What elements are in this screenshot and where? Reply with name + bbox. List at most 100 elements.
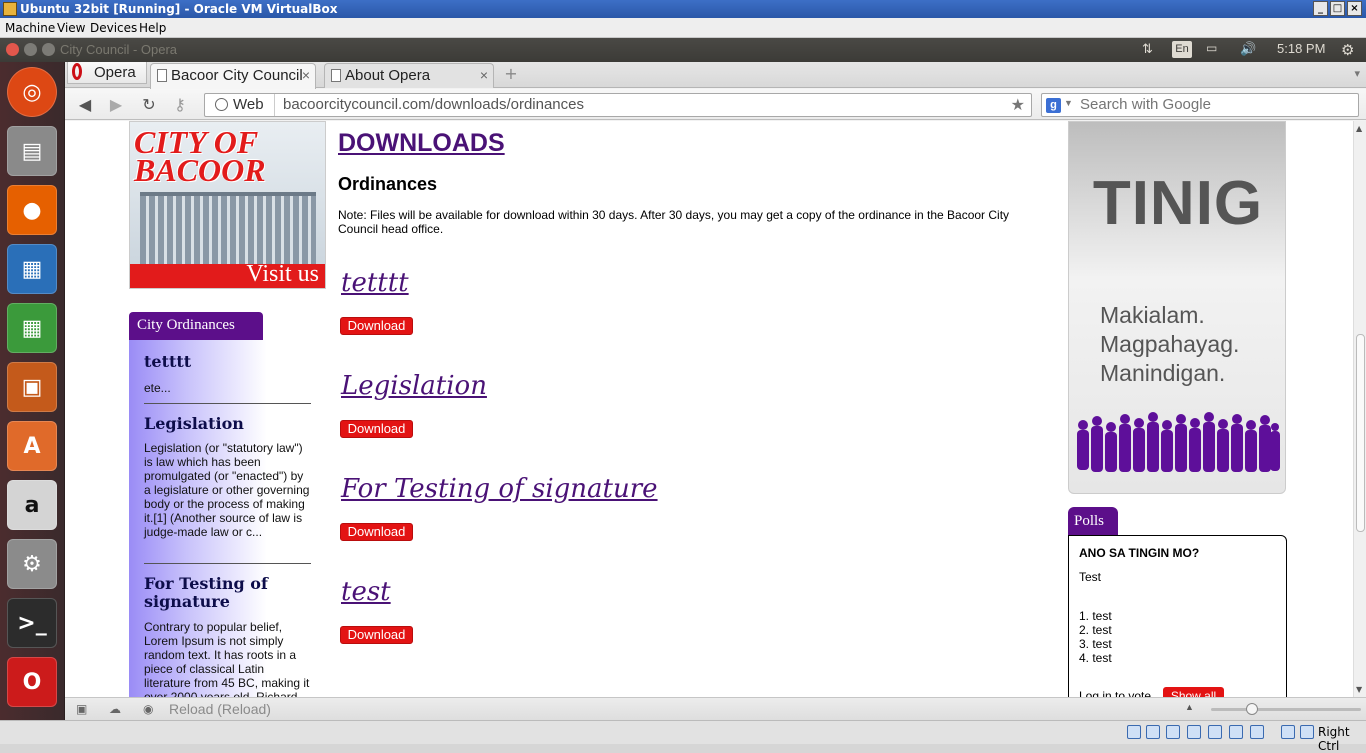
video-capture-icon[interactable] (1250, 725, 1264, 739)
active-window-title: City Council - Opera (60, 42, 178, 57)
menu-devices[interactable]: Devices (90, 21, 137, 35)
ordinance-link-test[interactable]: test (341, 577, 391, 607)
opera-icon[interactable]: O (7, 657, 57, 707)
network-adapter-icon[interactable] (1208, 725, 1222, 739)
tab-about-opera[interactable]: About Opera × (324, 63, 494, 88)
maximize-window-icon[interactable] (42, 43, 55, 56)
key-icon[interactable]: ⚷ (169, 95, 191, 115)
close-window-icon[interactable] (6, 43, 19, 56)
tab-menu-chevron-icon[interactable]: ▾ (1354, 67, 1360, 80)
sidebar-item-legislation[interactable]: Legislation Legislation (or "statutory l… (144, 415, 311, 540)
web-badge-label: Web (233, 96, 264, 113)
show-all-button[interactable]: Show all (1163, 687, 1224, 697)
poll-option[interactable]: 2. test (1079, 623, 1112, 637)
site-info-badge[interactable]: Web (205, 94, 275, 116)
terminal-icon[interactable]: >_ (7, 598, 57, 648)
mouse-integration-icon[interactable] (1300, 725, 1314, 739)
keyboard-layout-indicator[interactable]: En (1172, 41, 1192, 58)
vertical-scrollbar[interactable]: ▲ ▼ (1353, 121, 1366, 697)
optical-drive-icon[interactable] (1146, 725, 1160, 739)
network-icon[interactable]: ⇅ (1142, 41, 1153, 57)
sidebar-item-title[interactable]: tetttt (144, 353, 311, 371)
login-to-vote-link[interactable]: Log in to vote (1079, 689, 1151, 697)
close-tab-icon[interactable]: × (480, 67, 488, 83)
download-button[interactable]: Download (340, 626, 413, 644)
session-gear-icon[interactable]: ⚙ (1341, 41, 1354, 59)
menu-machine[interactable]: Machine (5, 21, 55, 35)
software-center-icon[interactable]: A (7, 421, 57, 471)
settings-icon[interactable]: ⚙ (7, 539, 57, 589)
sidebar-item-tetttt[interactable]: tetttt ete... (144, 353, 311, 396)
dash-home-icon[interactable]: ◎ (7, 67, 57, 117)
bookmark-star-icon[interactable]: ★ (1011, 95, 1025, 115)
sidebar-item-excerpt: ete... (144, 381, 171, 395)
poll-option[interactable]: 3. test (1079, 637, 1112, 651)
sidebar-item-for-testing-of-signature[interactable]: For Testing of signature Contrary to pop… (144, 575, 311, 698)
zoom-slider[interactable] (1211, 703, 1361, 715)
download-button[interactable]: Download (340, 420, 413, 438)
sidebar-item-title[interactable]: For Testing of signature (144, 575, 311, 611)
zoom-slider-knob[interactable] (1246, 703, 1258, 715)
volume-icon[interactable]: 🔊 (1240, 41, 1256, 57)
speed-dial-icon[interactable]: ◉ (143, 702, 157, 716)
zoom-out-icon[interactable]: ▲ (1185, 702, 1194, 712)
ordinance-link-for-testing-of-signature[interactable]: For Testing of signature (341, 474, 658, 504)
forward-icon[interactable]: ▶ (105, 95, 127, 115)
scroll-down-icon[interactable]: ▼ (1356, 685, 1362, 694)
usb-icon[interactable] (1166, 725, 1180, 739)
maximize-icon[interactable]: □ (1330, 1, 1345, 16)
downloads-title[interactable]: DOWNLOADS (338, 129, 505, 158)
firefox-icon[interactable]: ● (7, 185, 57, 235)
shared-folders-icon[interactable] (1187, 725, 1201, 739)
clock[interactable]: 5:18 PM (1277, 41, 1325, 56)
menu-help[interactable]: Help (139, 21, 166, 35)
download-button[interactable]: Download (340, 523, 413, 541)
close-icon[interactable]: × (1347, 1, 1362, 16)
hard-disk-icon[interactable] (1127, 725, 1141, 739)
tab-bacoor-city-council[interactable]: Bacoor City Council × (150, 63, 316, 89)
navigation-bar: ◀ ▶ ↻ ⚷ Web bacoorcitycouncil.com/downlo… (65, 89, 1366, 120)
ordinance-link-legislation[interactable]: Legislation (341, 371, 487, 401)
close-tab-icon[interactable]: × (302, 67, 310, 83)
address-bar[interactable]: Web bacoorcitycouncil.com/downloads/ordi… (204, 93, 1032, 117)
display-icon[interactable] (1229, 725, 1243, 739)
cloud-icon[interactable]: ☁ (109, 702, 123, 716)
search-input[interactable] (1080, 96, 1350, 113)
ordinance-link-tetttt[interactable]: tetttt (341, 268, 409, 298)
download-button[interactable]: Download (340, 317, 413, 335)
browser-status-bar: ▣ ☁ ◉ Reload (Reload) ▲ (65, 697, 1366, 720)
search-engine-chevron-down-icon[interactable]: ▼ (1064, 98, 1073, 108)
ubuntu-top-panel: City Council - Opera ⇅ En ▭ 🔊 5:18 PM ⚙ (0, 38, 1366, 62)
tinig-advertisement[interactable]: TINIG Makialam. Magpahayag. Manindigan. (1068, 121, 1286, 494)
google-search-icon[interactable]: g (1046, 98, 1061, 113)
amazon-icon[interactable]: a (7, 480, 57, 530)
panel-toggle-icon[interactable]: ▣ (76, 702, 90, 716)
poll-option[interactable]: 1. test (1079, 609, 1112, 623)
visit-us-banner[interactable]: CITY OF BACOOR Visit us (129, 121, 326, 289)
writer-icon[interactable]: ▦ (7, 244, 57, 294)
files-icon[interactable]: ▤ (7, 126, 57, 176)
battery-icon[interactable]: ▭ (1206, 41, 1217, 55)
guest-additions-icon[interactable] (1281, 725, 1295, 739)
sidebar-item-title[interactable]: Legislation (144, 415, 311, 433)
search-box[interactable]: g ▼ (1041, 93, 1359, 117)
menu-view[interactable]: View (57, 21, 85, 35)
back-icon[interactable]: ◀ (74, 95, 96, 115)
url-text[interactable]: bacoorcitycouncil.com/downloads/ordinanc… (283, 96, 584, 113)
scrollbar-thumb[interactable] (1356, 334, 1365, 532)
opera-menu-button[interactable]: Opera (67, 62, 147, 84)
sidebar-divider (144, 563, 311, 564)
impress-icon[interactable]: ▣ (7, 362, 57, 412)
minimize-icon[interactable]: _ (1313, 1, 1328, 16)
minimize-window-icon[interactable] (24, 43, 37, 56)
poll-option[interactable]: 4. test (1079, 651, 1112, 665)
poll-question: ANO SA TINGIN MO? (1079, 546, 1200, 560)
vbox-menubar: Machine View Devices Help (0, 18, 1366, 38)
new-tab-icon[interactable]: + (503, 66, 519, 82)
calc-icon[interactable]: ▦ (7, 303, 57, 353)
scroll-up-icon[interactable]: ▲ (1356, 124, 1362, 133)
virtualbox-icon (3, 2, 17, 16)
reload-icon[interactable]: ↻ (138, 95, 160, 115)
city-ordinances-box: tetttt ete... Legislation Legislation (o… (129, 340, 326, 697)
vbox-window-title: Ubuntu 32bit [Running] - Oracle VM Virtu… (20, 2, 338, 16)
